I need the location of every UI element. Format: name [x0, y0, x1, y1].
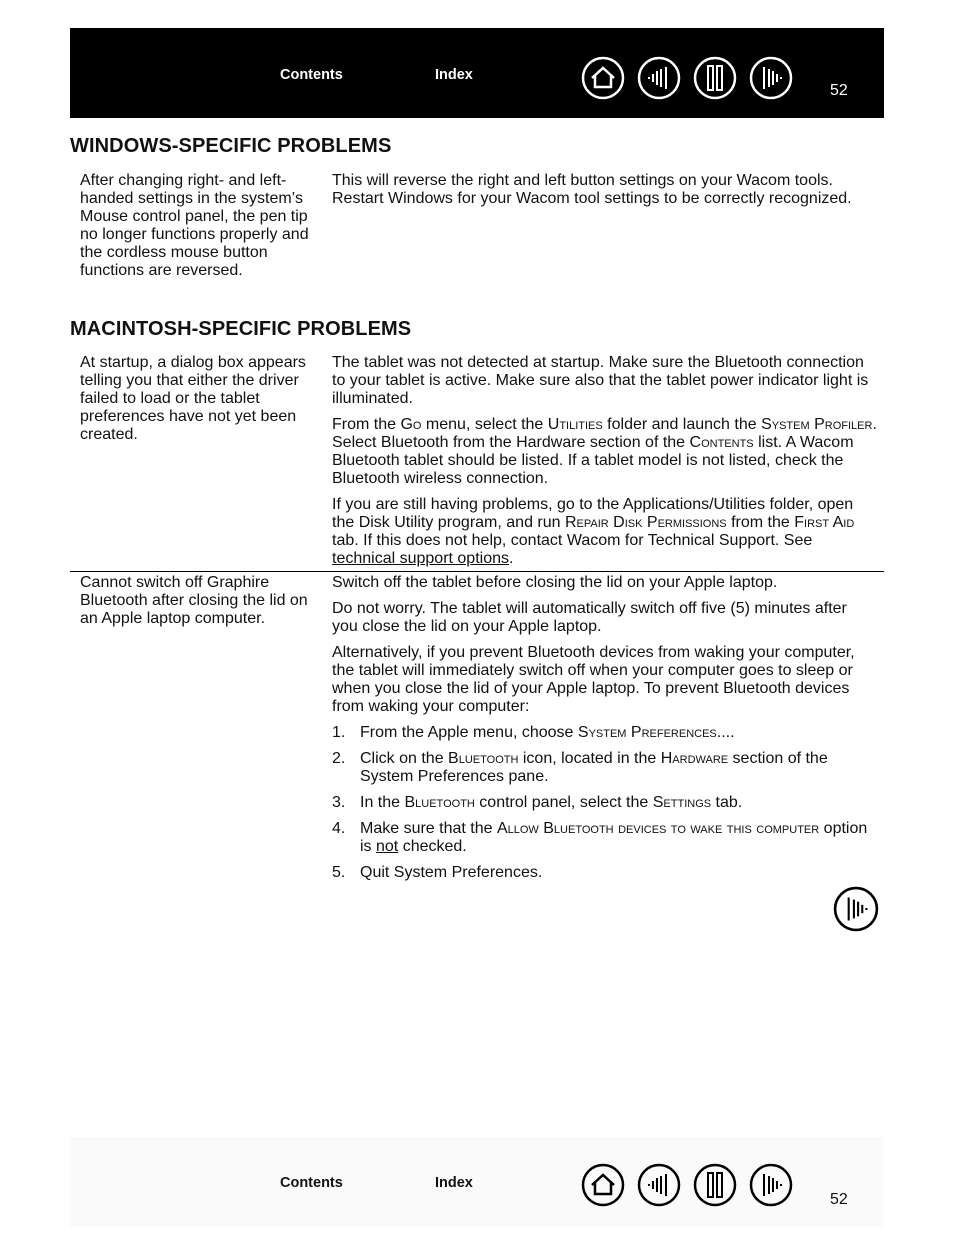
index-link[interactable]: Index	[435, 67, 473, 83]
footer-bar: Contents Index 52	[70, 1137, 884, 1227]
problem-text: At startup, a dialog box appears telling…	[80, 354, 306, 443]
section-name: Hardware	[660, 750, 729, 767]
panel-name: Bluetooth	[404, 794, 475, 811]
header-bar: Contents Index 52	[70, 28, 884, 118]
text: From the	[332, 416, 401, 433]
text: Click on the	[360, 750, 449, 767]
text: from the	[726, 514, 795, 531]
previous-page-icon[interactable]	[637, 56, 681, 100]
tab-name: First Aid	[794, 514, 855, 531]
table-row: At startup, a dialog box appears telling…	[70, 354, 884, 569]
step-number: 1.	[332, 724, 346, 741]
solution-text: This will reverse the right and left but…	[332, 172, 852, 207]
text: control panel, select the	[474, 794, 653, 811]
contents-pages-icon[interactable]	[693, 1163, 737, 1207]
home-icon[interactable]	[581, 56, 625, 100]
table-row: After changing right- and left-handed se…	[70, 172, 884, 302]
text: tab. If this does not help, contact Waco…	[332, 532, 813, 549]
section-title-windows: WINDOWS-SPECIFIC PROBLEMS	[70, 135, 392, 157]
step-number: 5.	[332, 864, 346, 881]
text: folder and launch the	[602, 416, 762, 433]
text: checked.	[398, 838, 467, 855]
step-number: 3.	[332, 794, 346, 811]
contents-pages-icon[interactable]	[693, 56, 737, 100]
page-number: 52	[830, 1191, 848, 1208]
solution-cell: Switch off the tablet before closing the…	[332, 574, 877, 890]
section-title-macintosh: MACINTOSH-SPECIFIC PROBLEMS	[70, 318, 412, 340]
list-item: 3. In the Bluetooth control panel, select…	[332, 794, 877, 812]
text: From the Apple menu, choose	[360, 724, 578, 741]
text: Make sure that the	[360, 820, 497, 837]
solution-paragraph: If you are still having problems, go to …	[332, 496, 877, 568]
list-item: 1. From the Apple menu, choose System Pre…	[332, 724, 877, 742]
next-page-icon[interactable]	[833, 886, 879, 932]
menu-item-name: System Preferences....	[577, 724, 735, 741]
emphasis: not	[376, 838, 399, 855]
index-link[interactable]: Index	[435, 1175, 473, 1191]
contents-link[interactable]: Contents	[280, 1175, 343, 1191]
next-page-icon[interactable]	[749, 1163, 793, 1207]
problem-text: Cannot switch off Graphire Bluetooth aft…	[80, 574, 308, 627]
text: Quit System Preferences.	[360, 864, 543, 881]
menu-name: Go	[400, 416, 422, 433]
problem-text: After changing right- and left-handed se…	[80, 172, 309, 279]
solution-paragraph: From the Go menu, select the Utilities f…	[332, 416, 877, 488]
previous-page-icon[interactable]	[637, 1163, 681, 1207]
solution-paragraph: Do not worry. The tablet will automatica…	[332, 600, 847, 635]
row-divider	[70, 571, 884, 572]
contents-link[interactable]: Contents	[280, 67, 343, 83]
option-name: Allow Bluetooth devices to wake this com…	[496, 820, 820, 837]
text: tab.	[711, 794, 743, 811]
app-name: System Profiler	[761, 416, 873, 433]
technical-support-link[interactable]: technical support options	[332, 550, 509, 567]
folder-name: Utilities	[547, 416, 603, 433]
solution-cell: The tablet was not detected at startup. …	[332, 354, 877, 576]
step-number: 2.	[332, 750, 346, 767]
home-icon[interactable]	[581, 1163, 625, 1207]
list-item: 4. Make sure that the Allow Bluetooth dev…	[332, 820, 877, 856]
text: icon, located in the	[518, 750, 661, 767]
tab-name: Settings	[652, 794, 712, 811]
text: .	[509, 550, 514, 567]
text: menu, select the	[421, 416, 548, 433]
solution-paragraph: Switch off the tablet before closing the…	[332, 574, 778, 591]
step-number: 4.	[332, 820, 346, 837]
next-page-icon[interactable]	[749, 56, 793, 100]
icon-name: Bluetooth	[448, 750, 519, 767]
list-item: 2. Click on the Bluetooth icon, located i…	[332, 750, 877, 786]
page-number: 52	[830, 82, 848, 99]
steps-list: 1. From the Apple menu, choose System Pre…	[332, 724, 877, 882]
text: In the	[360, 794, 405, 811]
solution-paragraph: The tablet was not detected at startup. …	[332, 354, 869, 407]
table-row: Cannot switch off Graphire Bluetooth aft…	[70, 574, 884, 884]
list-name: Contents	[689, 434, 754, 451]
list-item: 5. Quit System Preferences.	[332, 864, 877, 882]
solution-paragraph: Alternatively, if you prevent Bluetooth …	[332, 644, 855, 715]
command-name: Repair Disk Permissions	[564, 514, 727, 531]
